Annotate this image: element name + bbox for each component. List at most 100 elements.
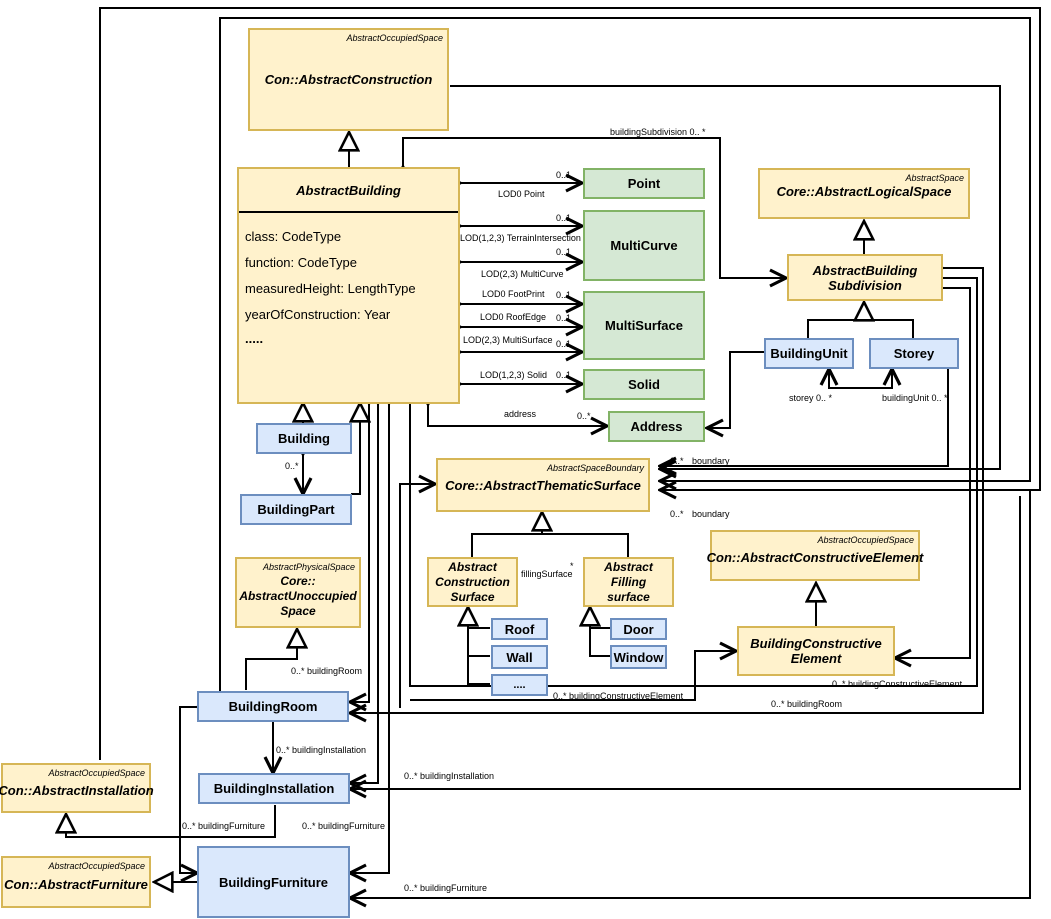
role-lod0-roofedge: LOD0 RoofEdge [480, 312, 547, 322]
class-door[interactable]: Door [610, 618, 667, 640]
class-name-line2: Filling [610, 574, 647, 589]
class-name-line2: Subdivision [828, 277, 902, 293]
class-abstract-furniture[interactable]: AbstractOccupiedSpace Con::AbstractFurni… [1, 856, 151, 908]
mult-boundary-top: 0..* [670, 456, 684, 466]
class-name: Con::AbstractInstallation [0, 782, 154, 798]
mult-lod123-solid: 0..1 [556, 370, 572, 380]
class-window[interactable]: Window [610, 645, 667, 669]
class-abstract-logical-space[interactable]: AbstractSpace Core::AbstractLogicalSpace [758, 168, 970, 219]
class-wall[interactable]: Wall [491, 645, 548, 669]
role-lod123-solid: LOD(1,2,3) Solid [480, 370, 548, 380]
class-building-part[interactable]: BuildingPart [240, 494, 352, 525]
class-building-unit[interactable]: BuildingUnit [764, 338, 854, 369]
role-building-installation-right: 0..* buildingInstallation [404, 771, 495, 781]
role-storey: storey 0.. * [789, 393, 833, 403]
attribute-class: class: CodeType [245, 229, 342, 244]
class-name-line2: Construction [435, 574, 510, 589]
class-building-installation[interactable]: BuildingInstallation [198, 773, 350, 804]
class-name-line3: surface [607, 589, 650, 604]
role-building-room-left: 0..* buildingRoom [291, 666, 363, 676]
mult-address: 0..* [577, 411, 591, 421]
class-multicurve[interactable]: MultiCurve [583, 210, 705, 281]
class-abstract-unoccupied-space[interactable]: AbstractPhysicalSpace Core:: AbstractUno… [235, 557, 361, 628]
class-building-constructive-element[interactable]: BuildingConstructive Element [737, 626, 895, 676]
class-building[interactable]: Building [256, 423, 352, 454]
class-name: BuildingFurniture [218, 874, 329, 890]
class-solid[interactable]: Solid [583, 369, 705, 400]
stereotype-label: AbstractOccupiedSpace [48, 861, 145, 871]
class-point[interactable]: Point [583, 168, 705, 199]
class-name-line1: AbstractBuilding [812, 262, 918, 278]
class-multisurface[interactable]: MultiSurface [583, 291, 705, 360]
assoc-storey-unit [829, 369, 892, 389]
uml-diagram-canvas: AbstractOccupiedSpace Con::AbstractConst… [0, 0, 1051, 919]
class-name-line1: Abstract [448, 559, 497, 574]
class-abstract-construction-surface[interactable]: Abstract Construction Surface [427, 557, 518, 607]
role-lod0-footprint: LOD0 FootPrint [482, 289, 545, 299]
class-name: BuildingRoom [228, 699, 318, 714]
class-abstract-constructive-element[interactable]: AbstractOccupiedSpace Con::AbstractConst… [707, 530, 923, 581]
mult-lod23-multicurve: 0..1 [556, 247, 572, 257]
role-building-installation-mid: 0..* buildingInstallation [276, 745, 367, 755]
mult-filling-surface: * [570, 561, 574, 571]
class-name: Door [623, 621, 654, 637]
role-bce-left: 0..* buildingConstructiveElement [553, 691, 684, 701]
role-building-subdivision: buildingSubdivision 0.. * [610, 127, 706, 137]
mult-lod0-roofedge: 0..1 [556, 313, 572, 323]
attribute-year-of-construction: yearOfConstruction: Year [245, 307, 391, 322]
gen-room-to-unoccupied [245, 629, 297, 690]
mult-lod0-point: 0..1 [556, 170, 572, 180]
mult-lod0-footprint: 0..1 [556, 290, 572, 300]
class-storey[interactable]: Storey [869, 338, 959, 369]
class-building-room[interactable]: BuildingRoom [197, 691, 349, 722]
class-name: MultiCurve [610, 238, 678, 253]
role-building-unit: buildingUnit 0.. * [882, 393, 948, 403]
mult-lod23-multisurface: 0..1 [556, 339, 572, 349]
class-abstract-installation[interactable]: AbstractOccupiedSpace Con::AbstractInsta… [0, 763, 154, 813]
class-name: Window [613, 649, 664, 665]
stereotype-label: AbstractSpaceBoundary [546, 463, 644, 473]
gen-part-to-abstract [351, 403, 360, 495]
class-abstract-construction[interactable]: AbstractOccupiedSpace Con::AbstractConst… [248, 28, 449, 131]
assoc-unit-to-address [707, 351, 765, 428]
class-name-line2: AbstractUnoccupied [239, 589, 357, 603]
stereotype-label: AbstractOccupiedSpace [817, 535, 914, 545]
assoc-room-furniture [179, 707, 197, 873]
class-name: .... [513, 679, 526, 691]
stereotype-label: AbstractPhysicalSpace [262, 562, 355, 572]
class-name: Building [278, 431, 330, 446]
class-name: BuildingPart [257, 502, 335, 517]
role-lod23-multicurve: LOD(2,3) MultiCurve [481, 269, 564, 279]
role-building-room-right: 0..* buildingRoom [771, 699, 843, 709]
class-abstract-filling-surface[interactable]: Abstract Filling surface [583, 557, 674, 607]
class-abstract-thematic-surface[interactable]: AbstractSpaceBoundary Core::AbstractThem… [436, 458, 650, 512]
class-name: Core::AbstractLogicalSpace [776, 184, 952, 199]
class-address[interactable]: Address [608, 411, 705, 442]
class-name: Core::AbstractThematicSurface [445, 477, 641, 493]
role-filling-surface: fillingSurface [521, 569, 573, 579]
class-roof[interactable]: Roof [491, 618, 548, 640]
role-boundary-bottom: boundary [692, 509, 730, 519]
class-name: Con::AbstractConstruction [264, 72, 433, 87]
role-address: address [504, 409, 537, 419]
stereotype-label: AbstractSpace [905, 173, 964, 183]
attribute-more: ..... [245, 331, 264, 346]
class-name-line3: Surface [450, 589, 495, 604]
class-abstract-building[interactable]: AbstractBuilding class: CodeType functio… [237, 167, 460, 404]
class-name: Con::AbstractFurniture [4, 876, 148, 892]
class-abstract-building-subdivision[interactable]: AbstractBuilding Subdivision [787, 254, 943, 301]
class-name: BuildingInstallation [213, 781, 335, 796]
class-name: Address [630, 419, 683, 434]
attribute-measured-height: measuredHeight: LengthType [245, 281, 416, 296]
role-boundary-top: boundary [692, 456, 730, 466]
class-more-surfaces[interactable]: .... [491, 674, 548, 696]
class-name: Solid [628, 377, 660, 392]
class-name: Con::AbstractConstructiveElement [706, 550, 924, 565]
role-terrain-intersection: LOD(1,2,3) TerrainIntersection [460, 233, 581, 243]
role-building-furniture-left: 0..* buildingFurniture [182, 821, 266, 831]
class-name-line2: Element [790, 651, 842, 666]
role-building-furniture-mid: 0..* buildingFurniture [302, 821, 386, 831]
class-name-line1: Core:: [280, 574, 316, 588]
class-building-furniture[interactable]: BuildingFurniture [197, 846, 350, 918]
stereotype-label: AbstractOccupiedSpace [346, 33, 443, 43]
